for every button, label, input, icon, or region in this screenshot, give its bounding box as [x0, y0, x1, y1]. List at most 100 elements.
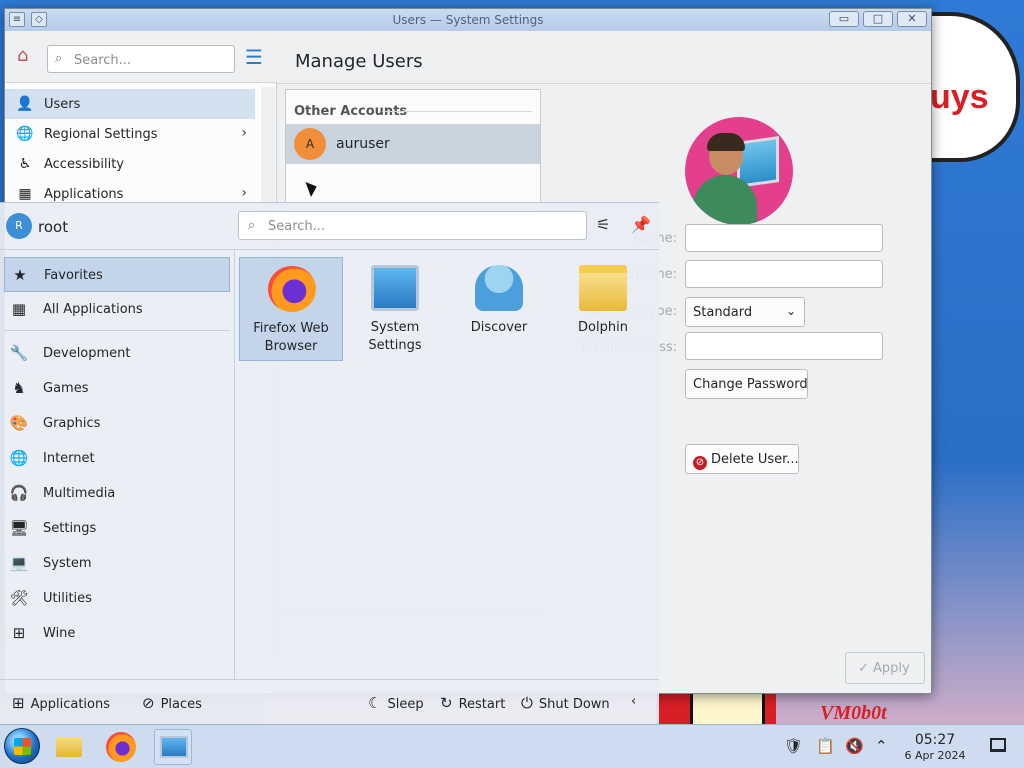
system-settings-icon	[160, 736, 188, 758]
app-system-settings[interactable]: System Settings	[343, 257, 447, 361]
system-icon: 💻	[9, 554, 29, 572]
username-field[interactable]	[685, 260, 883, 288]
pin-icon[interactable]: 📌	[631, 215, 651, 234]
change-password-button[interactable]: Change Password	[685, 369, 808, 399]
home-icon[interactable]: ⌂	[17, 45, 28, 66]
sidebar-item-accessibility[interactable]: ♿ Accessibility	[5, 149, 255, 179]
divider	[277, 83, 931, 84]
windows-logo-icon	[14, 738, 31, 755]
volume-muted-icon[interactable]: 🔇	[845, 737, 864, 755]
hamburger-menu-icon[interactable]: ☰	[245, 47, 263, 67]
launcher-user-name: root	[38, 218, 69, 236]
category-utilities[interactable]: 🛠 Utilities	[4, 581, 230, 616]
divider	[382, 111, 532, 112]
games-icon: ♞	[12, 379, 26, 397]
settings-icon: 🖥	[9, 519, 29, 537]
grid-icon: ⊞	[12, 694, 25, 712]
notification-tray-icon[interactable]: 🛡	[784, 737, 803, 755]
configure-icon[interactable]: ⚟	[596, 215, 610, 234]
chevron-down-icon: ⌄	[785, 304, 796, 318]
email-field[interactable]	[685, 332, 883, 360]
all-applications-icon: ▦	[11, 300, 27, 318]
taskbar-firefox[interactable]	[102, 729, 140, 765]
chevron-right-icon: ›	[241, 185, 247, 201]
checkmark-icon: ✓	[858, 661, 874, 676]
chevron-right-icon: ›	[241, 125, 247, 141]
apply-button[interactable]: ✓ Apply	[845, 652, 925, 684]
window-title: Users — System Settings	[392, 13, 544, 27]
applications-icon: ▦	[18, 186, 32, 202]
avatar[interactable]: R	[6, 213, 32, 239]
restart-icon: ↻	[440, 694, 453, 712]
category-wine[interactable]: ⊞ Wine	[4, 616, 230, 651]
clock-time[interactable]: 05:27	[904, 732, 966, 748]
wallpaper-strip	[690, 692, 765, 724]
multimedia-icon: 🎧	[9, 484, 29, 502]
account-type-select[interactable]: Standard ⌄	[685, 297, 805, 327]
application-launcher: R root ⌕ Search... ⚟ 📌 ★ Favorites ▦ All…	[0, 202, 659, 724]
sleep-button[interactable]: ☾ Sleep	[368, 694, 424, 712]
app-dolphin[interactable]: Dolphin	[551, 257, 655, 361]
category-all-applications[interactable]: ▦ All Applications	[4, 292, 230, 327]
clock-date[interactable]: 6 Apr 2024	[896, 749, 974, 762]
category-internet[interactable]: 🌐 Internet	[4, 441, 230, 476]
users-icon: 👤	[16, 96, 34, 112]
category-favorites[interactable]: ★ Favorites	[4, 257, 230, 292]
launcher-search-input[interactable]: ⌕ Search...	[238, 211, 587, 240]
sidebar-item-regional-settings[interactable]: 🌐 Regional Settings ›	[5, 119, 255, 149]
sidebar-item-users[interactable]: 👤 Users	[5, 89, 255, 119]
mouse-cursor	[305, 178, 320, 198]
utilities-icon: 🛠	[9, 589, 29, 607]
firefox-icon	[268, 266, 316, 312]
clipboard-icon[interactable]: 📋	[816, 737, 835, 755]
category-graphics[interactable]: 🎨 Graphics	[4, 406, 230, 441]
chevron-left-icon: ‹	[631, 694, 637, 709]
show-desktop-icon[interactable]	[990, 738, 1006, 752]
page-title: Manage Users	[295, 51, 423, 72]
maximize-button[interactable]: □	[863, 11, 893, 27]
folder-icon	[56, 737, 82, 757]
chevron-up-icon[interactable]: ⌃	[875, 737, 888, 755]
dolphin-icon	[579, 265, 627, 311]
more-options-button[interactable]: ‹	[631, 694, 636, 709]
firefox-icon	[106, 732, 136, 762]
start-menu-button[interactable]	[4, 728, 40, 764]
name-field[interactable]	[685, 224, 883, 252]
account-name: auruser	[336, 136, 390, 152]
account-row-auruser[interactable]: A auruser	[286, 124, 540, 164]
sleep-icon: ☾	[368, 694, 382, 712]
category-multimedia[interactable]: 🎧 Multimedia	[4, 476, 230, 511]
category-games[interactable]: ♞ Games	[4, 371, 230, 406]
tab-applications[interactable]: ⊞ Applications	[12, 694, 110, 712]
system-settings-icon	[371, 265, 419, 311]
user-avatar-picture[interactable]	[685, 117, 793, 225]
avatar: A	[294, 128, 326, 160]
wine-icon: ⊞	[12, 624, 26, 642]
launcher-footer: ⊞ Applications ⊘ Places ☾ Sleep ↻ Restart ⏻ S…	[0, 679, 659, 725]
window-titlebar[interactable]: ≡ ◇ Users — System Settings ▭ □ ✕	[5, 9, 931, 31]
delete-user-button[interactable]: ⊘ Delete User...	[685, 444, 799, 474]
delete-icon: ⊘	[693, 456, 707, 470]
app-discover[interactable]: Discover	[447, 257, 551, 361]
app-firefox[interactable]: Firefox Web Browser	[239, 257, 343, 361]
sidebar-search-input[interactable]: ⌕ Search...	[47, 45, 235, 73]
minimize-button[interactable]: ▭	[829, 11, 859, 27]
discover-icon	[475, 265, 523, 311]
category-system[interactable]: 💻 System	[4, 546, 230, 581]
tab-places[interactable]: ⊘ Places	[142, 694, 202, 712]
wallpaper-bubble-text: uys	[930, 78, 989, 116]
category-settings[interactable]: 🖥 Settings	[4, 511, 230, 546]
restart-button[interactable]: ↻ Restart	[440, 694, 505, 712]
favorites-icon: ★	[13, 266, 27, 284]
taskbar-system-settings[interactable]	[154, 729, 192, 765]
development-icon: 🔧	[9, 344, 29, 362]
internet-icon: 🌐	[9, 449, 29, 467]
search-icon: ⌕	[55, 51, 63, 66]
close-button[interactable]: ✕	[897, 11, 927, 27]
taskbar-dolphin[interactable]	[50, 729, 88, 765]
shutdown-button[interactable]: ⏻ Shut Down	[521, 694, 610, 712]
search-icon: ⌕	[248, 218, 256, 233]
wallpaper-bottom-text: VM0b0t	[820, 702, 887, 724]
category-development[interactable]: 🔧 Development	[4, 336, 230, 371]
taskbar: 🛡 📋 🔇 ⌃ 05:27 6 Apr 2024	[0, 724, 1024, 768]
